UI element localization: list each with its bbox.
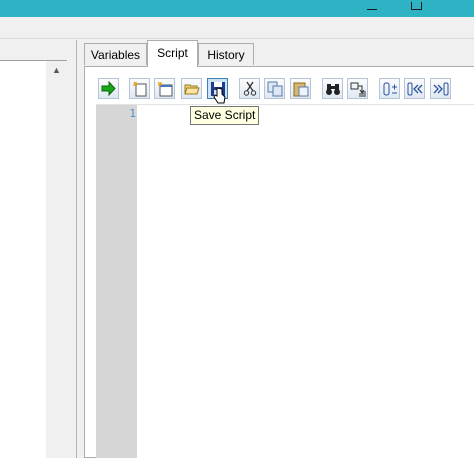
title-bar <box>0 0 474 17</box>
script-editor[interactable] <box>96 104 474 459</box>
tab-label: History <box>207 48 245 62</box>
new-document-icon <box>132 81 146 96</box>
minimize-button[interactable] <box>350 0 394 17</box>
tab-label: Variables <box>90 48 141 62</box>
pane-splitter[interactable] <box>76 40 77 458</box>
left-pane-scrollbar[interactable] <box>46 61 67 458</box>
cut-button[interactable] <box>239 78 260 99</box>
new-script-button[interactable] <box>129 78 150 99</box>
line-number-gutter <box>96 105 137 458</box>
tab-history[interactable]: History <box>198 43 254 65</box>
tab-variables[interactable]: Variables <box>84 43 147 65</box>
run-script-button[interactable] <box>98 78 119 99</box>
paste-button[interactable] <box>290 78 311 99</box>
new-window-button[interactable] <box>154 78 175 99</box>
line-number: 1 <box>129 107 136 120</box>
find-button[interactable] <box>322 78 343 99</box>
mouse-pointer-icon <box>213 87 227 110</box>
tab-script[interactable]: Script <box>147 40 198 67</box>
replace-icon <box>350 82 366 96</box>
indent-button[interactable] <box>430 78 451 99</box>
toggle-comment-button[interactable] <box>379 78 400 99</box>
binoculars-icon <box>325 83 340 95</box>
comment-toggle-icon <box>383 82 397 95</box>
open-script-button[interactable] <box>181 78 202 99</box>
folder-open-icon <box>183 84 200 94</box>
paste-icon <box>293 82 308 96</box>
scroll-up-icon[interactable]: ▲ <box>46 62 67 79</box>
green-arrow-icon <box>101 81 116 96</box>
copy-icon <box>267 81 282 96</box>
indent-icon <box>433 82 448 95</box>
unindent-button[interactable] <box>404 78 425 99</box>
minimize-icon <box>367 9 377 10</box>
copy-button[interactable] <box>264 78 285 99</box>
unindent-icon <box>407 82 422 95</box>
maximize-button[interactable] <box>394 0 438 17</box>
toolbar-divider <box>0 38 474 39</box>
new-window-icon <box>157 81 172 96</box>
replace-button[interactable] <box>347 78 368 99</box>
scissors-icon <box>243 81 256 96</box>
maximize-icon <box>410 2 422 10</box>
tab-label: Script <box>157 46 188 60</box>
